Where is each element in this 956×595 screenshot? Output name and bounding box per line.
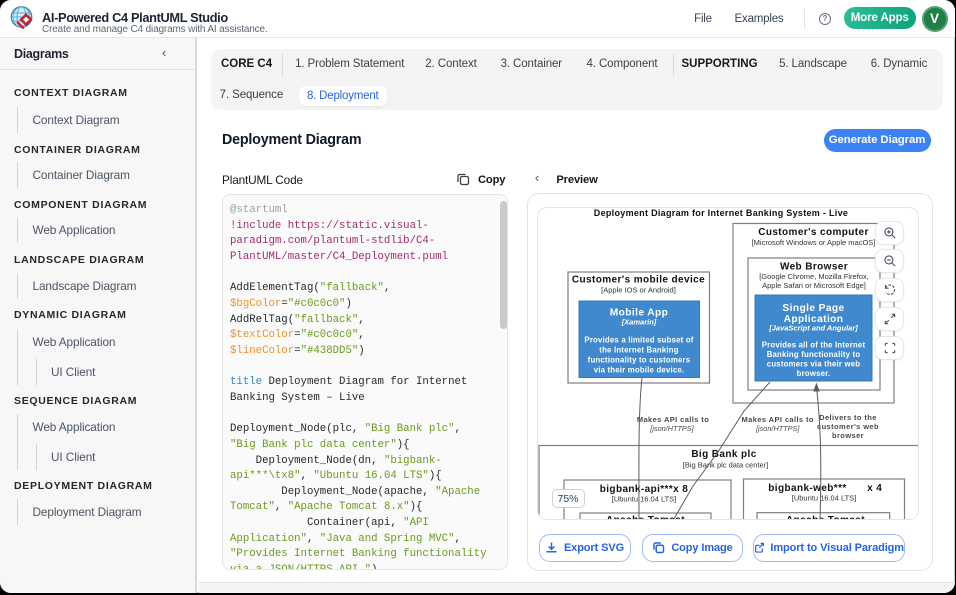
svg-text:Apple Safari or Microsoft Edge: Apple Safari or Microsoft Edge] — [762, 281, 866, 290]
svg-text:functionality to customers: functionality to customers — [588, 356, 691, 365]
svg-text:via their mobile device.: via their mobile device. — [594, 366, 685, 375]
svg-text:browser: browser — [832, 431, 864, 440]
svg-text:customers via their web: customers via their web — [767, 360, 860, 369]
svg-text:[Google Chrome, Mozilla Firefo: [Google Chrome, Mozilla Firefox, — [759, 272, 869, 281]
svg-text:Apache Tomcat: Apache Tomcat — [786, 515, 865, 520]
svg-text:[Xamarin]: [Xamarin] — [621, 318, 657, 327]
svg-text:[JavaScript and Angular]: [JavaScript and Angular] — [768, 324, 858, 333]
svg-text:[json/HTTPS]: [json/HTTPS] — [649, 424, 694, 433]
svg-text:bigbank-api***x 8: bigbank-api***x 8 — [600, 484, 689, 495]
svg-text:Delivers to the: Delivers to the — [819, 413, 877, 422]
svg-text:Makes API calls to: Makes API calls to — [742, 415, 814, 424]
svg-text:[Apple IOS or Android]: [Apple IOS or Android] — [601, 286, 676, 295]
svg-text:Web Browser: Web Browser — [780, 262, 848, 273]
svg-text:Provides all of the Internet: Provides all of the Internet — [762, 341, 866, 350]
svg-text:browser.: browser. — [797, 369, 831, 378]
svg-text:x 4: x 4 — [867, 483, 882, 494]
svg-text:[Big Bank plc data center]: [Big Bank plc data center] — [683, 461, 768, 470]
svg-text:Single Page: Single Page — [782, 303, 844, 314]
svg-text:[Microsoft Windows or Apple ma: [Microsoft Windows or Apple macOS] — [752, 238, 876, 247]
svg-text:Deployment Diagram for Interne: Deployment Diagram for Internet Banking … — [594, 208, 848, 218]
svg-text:bigbank-web***: bigbank-web*** — [768, 483, 846, 494]
svg-text:Customer's mobile device: Customer's mobile device — [572, 275, 705, 286]
svg-text:Customer's computer: Customer's computer — [758, 227, 869, 238]
svg-text:[Ubuntu 16.04 LTS]: [Ubuntu 16.04 LTS] — [612, 495, 677, 504]
svg-text:customer's web: customer's web — [817, 422, 879, 431]
svg-text:Apache Tomcat: Apache Tomcat — [606, 515, 685, 520]
svg-text:Banking functionality to: Banking functionality to — [767, 350, 861, 359]
svg-text:the Internet Banking: the Internet Banking — [599, 346, 678, 355]
svg-text:Provides a limited subset of: Provides a limited subset of — [584, 336, 693, 345]
svg-text:[json/HTTPS]: [json/HTTPS] — [755, 424, 800, 433]
svg-text:Makes API calls to: Makes API calls to — [637, 415, 709, 424]
svg-text:[Ubuntu 16.04 LTS]: [Ubuntu 16.04 LTS] — [792, 494, 857, 503]
svg-text:Big Bank plc: Big Bank plc — [691, 449, 756, 460]
